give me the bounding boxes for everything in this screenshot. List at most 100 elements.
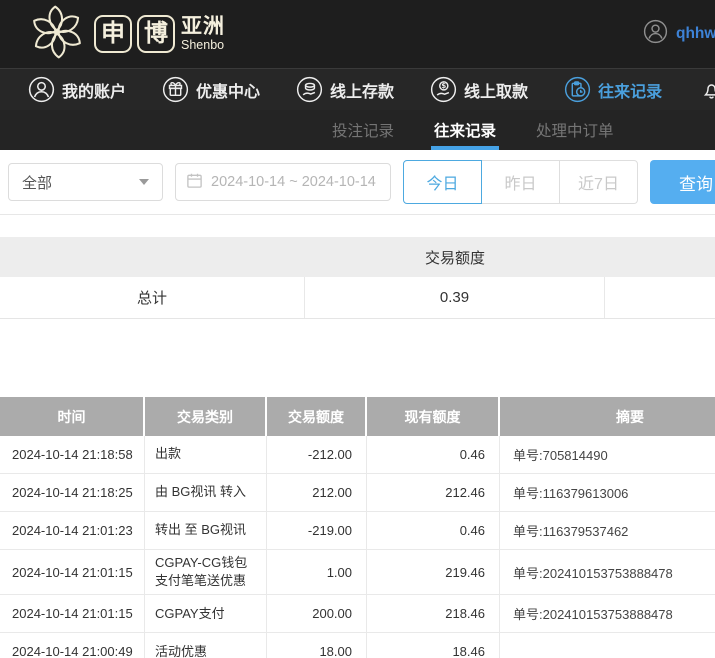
cell-amount: 1.00 (267, 550, 367, 594)
column-header-type: 交易类别 (145, 397, 267, 436)
page-root: 申 博 亚洲 Shenbo qhhw (0, 0, 715, 658)
tab-label: 投注记录 (332, 119, 394, 141)
tab-transaction-records[interactable]: 往来记录 (434, 110, 496, 150)
nav-item-messages[interactable]: 信息 (698, 76, 715, 103)
filter-bar: 全部 2024-10-14 ~ 2024-10-14 今日 昨日 近7日 查询 (0, 150, 715, 215)
gift-icon (162, 76, 189, 103)
cell-time: 2024-10-14 21:01:23 (0, 512, 145, 549)
cell-amount: -212.00 (267, 436, 367, 473)
cell-amount: 200.00 (267, 595, 367, 632)
table-row: 2024-10-14 21:01:15 CGPAY支付 200.00 218.4… (0, 595, 715, 633)
cell-balance: 0.46 (367, 436, 500, 473)
nav-item-transactions[interactable]: 往来记录 (564, 76, 662, 103)
nav-item-promotions[interactable]: 优惠中心 (162, 76, 260, 103)
user-account[interactable]: qhhw (643, 0, 715, 68)
cell-type: CGPAY支付 (145, 595, 267, 632)
cell-memo (500, 633, 715, 658)
table-row: 2024-10-14 21:01:15 CGPAY-CG钱包支付笔笔送优惠 1.… (0, 550, 715, 595)
transactions-header-row: 时间 交易类别 交易额度 现有额度 摘要 (0, 397, 715, 436)
brand-subtitle: Shenbo (181, 38, 225, 52)
cell-type: 转出 至 BG视讯 (145, 512, 267, 549)
records-icon (564, 76, 591, 103)
date-range-value: 2024-10-14 ~ 2024-10-14 (211, 174, 376, 190)
date-range-input[interactable]: 2024-10-14 ~ 2024-10-14 (175, 163, 391, 201)
transactions-table: 时间 交易类别 交易额度 现有额度 摘要 2024-10-14 21:18:58… (0, 397, 715, 658)
user-avatar-icon (643, 19, 668, 49)
tab-pending-orders[interactable]: 处理中订单 (536, 110, 614, 150)
calendar-icon (186, 172, 203, 193)
quick-date-button-group: 今日 昨日 近7日 (403, 160, 638, 204)
cell-balance: 0.46 (367, 512, 500, 549)
column-header-time: 时间 (0, 397, 145, 436)
tab-label: 处理中订单 (536, 119, 614, 141)
cell-memo: 单号:202410153753888478 (500, 595, 715, 632)
yesterday-button[interactable]: 昨日 (481, 160, 560, 204)
summary-empty-cell (605, 277, 715, 318)
cell-balance: 18.46 (367, 633, 500, 658)
tab-label: 往来记录 (434, 119, 496, 141)
cell-type: 出款 (145, 436, 267, 473)
tab-betting-records[interactable]: 投注记录 (332, 110, 394, 150)
cell-time: 2024-10-14 21:18:25 (0, 474, 145, 511)
table-row: 2024-10-14 21:18:58 出款 -212.00 0.46 单号:7… (0, 436, 715, 474)
summary-total-value: 0.39 (305, 277, 605, 318)
brand-char-2: 博 (137, 15, 175, 53)
brand-region: 亚洲 (181, 16, 225, 38)
brand-char-1: 申 (94, 15, 132, 53)
last-7-days-button[interactable]: 近7日 (559, 160, 638, 204)
table-row: 2024-10-14 21:18:25 由 BG视讯 转入 212.00 212… (0, 474, 715, 512)
nav-label: 优惠中心 (196, 78, 260, 102)
deposit-icon (296, 76, 323, 103)
nav-item-withdraw[interactable]: $ 线上取款 (430, 76, 528, 103)
nav-label: 线上存款 (330, 78, 394, 102)
cell-time: 2024-10-14 21:18:58 (0, 436, 145, 473)
brand-region-block: 亚洲 Shenbo (181, 16, 225, 52)
withdraw-icon: $ (430, 76, 457, 103)
summary-total-label: 总计 (0, 277, 305, 318)
cell-memo: 单号:202410153753888478 (500, 550, 715, 594)
column-header-memo: 摘要 (500, 397, 715, 436)
cell-memo: 单号:116379613006 (500, 474, 715, 511)
cell-time: 2024-10-14 21:01:15 (0, 595, 145, 632)
sub-nav: 投注记录 往来记录 处理中订单 (0, 110, 715, 150)
cell-amount: 18.00 (267, 633, 367, 658)
nav-label: 往来记录 (598, 78, 662, 102)
lotus-flower-icon (26, 4, 88, 65)
cell-balance: 212.46 (367, 474, 500, 511)
summary-header-row: 交易额度 (0, 237, 715, 277)
type-select[interactable]: 全部 (8, 163, 163, 201)
cell-memo: 单号:116379537462 (500, 512, 715, 549)
main-nav: 我的账户 优惠中心 (0, 68, 715, 110)
column-header-balance: 现有额度 (367, 397, 500, 436)
cell-type: 由 BG视讯 转入 (145, 474, 267, 511)
type-select-value: 全部 (22, 172, 52, 193)
bell-icon (698, 76, 715, 103)
nav-item-deposit[interactable]: 线上存款 (296, 76, 394, 103)
cell-time: 2024-10-14 21:01:15 (0, 550, 145, 594)
user-icon (28, 76, 55, 103)
cell-amount: 212.00 (267, 474, 367, 511)
nav-label: 线上取款 (464, 78, 528, 102)
search-button[interactable]: 查询 (650, 160, 715, 204)
username: qhhw (676, 25, 715, 43)
nav-item-my-account[interactable]: 我的账户 (28, 76, 126, 103)
table-row: 2024-10-14 21:00:49 活动优惠 18.00 18.46 (0, 633, 715, 658)
cell-amount: -219.00 (267, 512, 367, 549)
summary-table: 交易额度 总计 0.39 (0, 237, 715, 319)
cell-type: CGPAY-CG钱包支付笔笔送优惠 (145, 550, 267, 594)
brand-logo[interactable]: 申 博 亚洲 Shenbo (26, 4, 225, 65)
cell-time: 2024-10-14 21:00:49 (0, 633, 145, 658)
today-button[interactable]: 今日 (403, 160, 482, 204)
cell-type: 活动优惠 (145, 633, 267, 658)
table-row: 2024-10-14 21:01:23 转出 至 BG视讯 -219.00 0.… (0, 512, 715, 550)
cell-balance: 219.46 (367, 550, 500, 594)
column-header-amount: 交易额度 (267, 397, 367, 436)
svg-text:$: $ (441, 82, 446, 90)
cell-memo: 单号:705814490 (500, 436, 715, 473)
brand-name-boxes: 申 博 (94, 15, 175, 53)
summary-header-amount: 交易额度 (305, 247, 605, 268)
caret-down-icon (139, 179, 149, 185)
summary-total-row: 总计 0.39 (0, 277, 715, 319)
topbar: 申 博 亚洲 Shenbo qhhw (0, 0, 715, 68)
nav-label: 我的账户 (62, 78, 126, 102)
